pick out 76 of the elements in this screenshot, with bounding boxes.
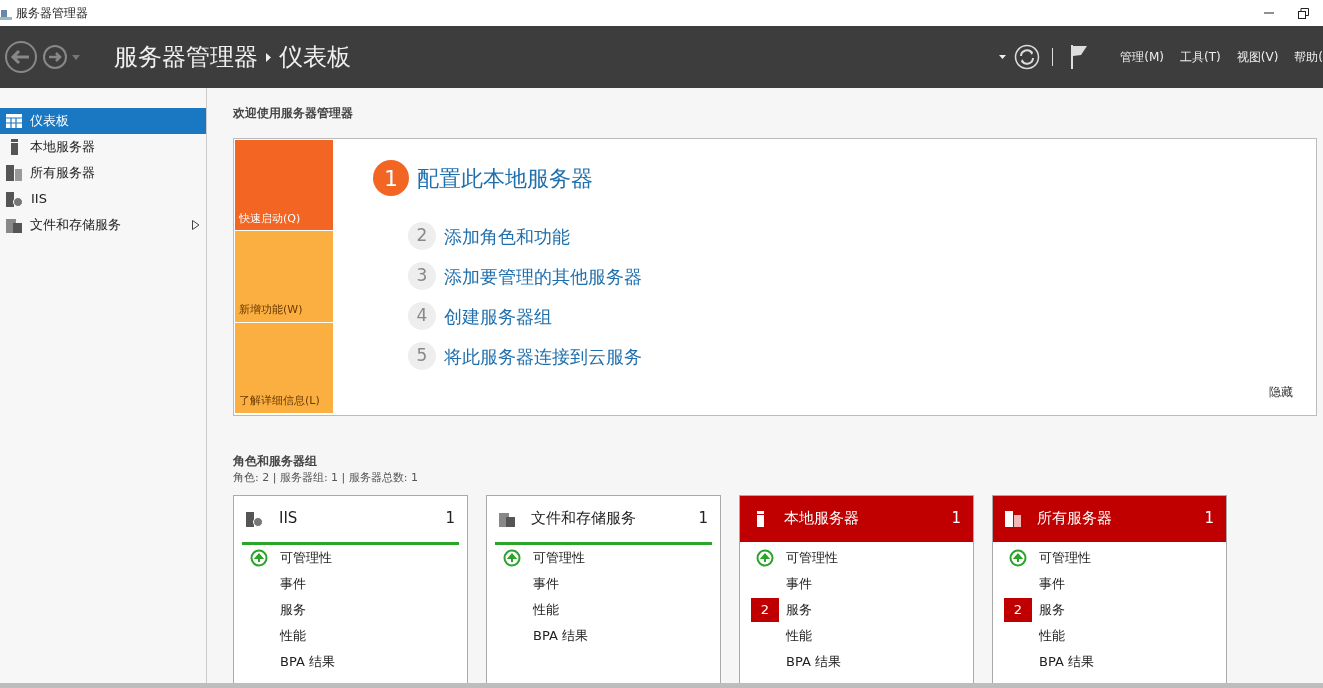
servers-icon [6,165,22,181]
server-globe-icon [246,510,263,527]
status-item: BPA 结果 [280,652,335,671]
forward-icon[interactable] [42,44,68,70]
status-item: 事件 [533,574,559,593]
sidebar-item[interactable]: 文件和存储服务 [0,212,206,238]
window-title: 服务器管理器 [16,5,88,22]
step-link[interactable]: 添加要管理的其他服务器 [444,262,642,290]
role-card[interactable]: 本地服务器 1 可管理性 事件 2 服务 性能 BPA 结果 [739,494,974,683]
status-item: 性能 [280,626,306,645]
step-link[interactable]: 添加角色和功能 [444,222,570,250]
section-title: 欢迎使用服务器管理器 [233,105,354,122]
status-item: 性能 [533,600,559,619]
status-item: 性能 [786,626,812,645]
status-item: 可管理性 [533,548,585,567]
count-badge: 2 [751,597,779,622]
sidebar-item[interactable]: 本地服务器 [0,134,206,160]
role-card[interactable]: 文件和存储服务 1 可管理性 事件 性能 BPA 结果 [486,494,721,683]
card-count: 1 [445,508,455,530]
status-item: 可管理性 [786,548,838,567]
status-item: 事件 [1039,574,1065,593]
menu-item[interactable]: 管理(M) [1112,48,1173,66]
menu-item[interactable]: 帮助( [1286,48,1323,66]
status-item: 事件 [786,574,812,593]
card-count: 1 [1204,508,1214,530]
refresh-icon[interactable] [1014,44,1041,70]
step-link[interactable]: 将此服务器连接到云服务 [444,342,642,370]
sidebar-item[interactable]: IIS [0,186,206,212]
step-link[interactable]: 配置此本地服务器 [417,161,593,195]
step-link[interactable]: 创建服务器组 [444,302,552,330]
folder-server-icon [6,217,22,233]
side-tab[interactable]: 新增功能(W) [235,231,333,322]
server-globe-icon [6,191,23,207]
step-number: 2 [408,222,436,250]
step-number: 4 [408,302,436,330]
step-number: 5 [408,342,436,370]
status-item: 服务 [1039,600,1065,619]
menu-item[interactable]: 视图(V) [1228,48,1287,66]
chevron-icon [266,52,271,62]
status-item: 性能 [1039,626,1065,645]
breadcrumb-item[interactable]: 服务器管理器 [114,39,258,75]
sidebar-item[interactable]: 所有服务器 [0,160,206,186]
status-item: 服务 [786,600,812,619]
status-item: 可管理性 [280,548,332,567]
status-item: BPA 结果 [1039,652,1094,671]
status-item: 可管理性 [1039,548,1091,567]
role-card[interactable]: 所有服务器 1 可管理性 事件 2 服务 性能 BPA 结果 [992,494,1227,683]
grid-icon [6,113,22,129]
flag-icon[interactable] [1071,45,1089,69]
caret-icon[interactable] [999,55,1007,59]
status-item: BPA 结果 [786,652,841,671]
back-icon[interactable] [4,40,38,74]
summary-text: 角色: 2 | 服务器组: 1 | 服务器总数: 1 [233,470,419,486]
breadcrumb-item: 仪表板 [279,42,351,73]
side-tab[interactable]: 了解详细信息(L) [235,322,333,413]
card-count: 1 [698,508,708,530]
step-number: 3 [408,262,436,290]
step-number: 1 [373,160,409,196]
card-title: 文件和存储服务 [531,508,636,530]
section-title: 角色和服务器组 [233,453,318,470]
card-count: 1 [951,508,961,530]
hide-link[interactable]: 隐藏 [1263,382,1299,402]
folder-server-icon [499,510,515,527]
card-title: IIS [279,508,298,530]
status-item: 事件 [280,574,306,593]
card-title: 本地服务器 [784,508,859,530]
status-item: 服务 [280,600,306,619]
sidebar-item[interactable]: 仪表板 [0,108,206,134]
role-card[interactable]: IIS 1 可管理性 事件 服务 性能 BPA 结果 [233,494,468,683]
card-title: 所有服务器 [1037,508,1112,530]
menu-item[interactable]: 工具(T) [1172,48,1229,66]
status-item: BPA 结果 [533,626,588,645]
expand-icon[interactable] [192,220,200,230]
servers-icon [1005,510,1021,527]
restore-icon[interactable] [1298,7,1309,19]
count-badge: 2 [1004,597,1032,622]
